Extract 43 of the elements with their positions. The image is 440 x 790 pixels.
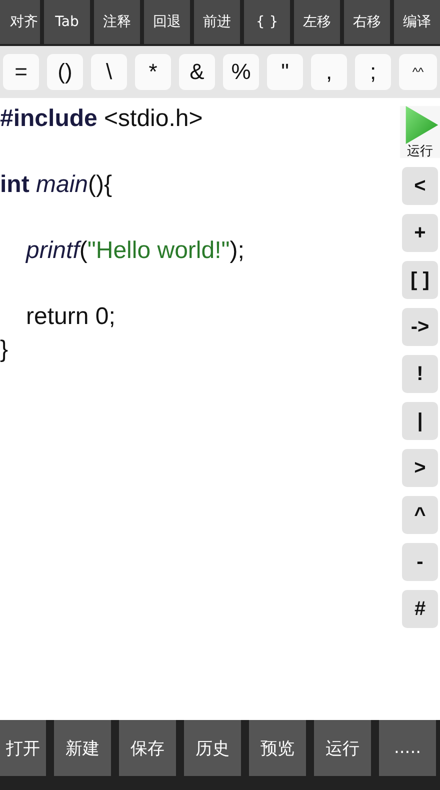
symbol-key[interactable]: ^^: [399, 54, 437, 90]
symbol-key[interactable]: <: [402, 167, 438, 205]
symbol-key[interactable]: ": [267, 54, 303, 90]
symbol-key[interactable]: ->: [402, 308, 438, 346]
symbol-key[interactable]: !: [402, 355, 438, 393]
symbol-key[interactable]: \: [91, 54, 127, 90]
symbol-key[interactable]: (): [47, 54, 83, 90]
code-line: return 0;: [26, 302, 116, 332]
symbol-key[interactable]: ,: [311, 54, 347, 90]
code-line: printf("Hello world!");: [26, 236, 244, 266]
symbol-key[interactable]: +: [402, 214, 438, 252]
symbol-key[interactable]: *: [135, 54, 171, 90]
play-icon: [405, 106, 439, 144]
symbol-key[interactable]: ;: [355, 54, 391, 90]
toolbar-button[interactable]: 保存: [119, 720, 176, 776]
toolbar-button[interactable]: { }: [244, 0, 290, 44]
toolbar-button[interactable]: 新建: [54, 720, 111, 776]
toolbar-button[interactable]: 历史: [184, 720, 241, 776]
run-button[interactable]: 运行: [400, 106, 440, 158]
toolbar-button[interactable]: 运行: [314, 720, 371, 776]
symbol-key[interactable]: ^: [402, 496, 438, 534]
symbol-key[interactable]: [ ]: [402, 261, 438, 299]
code-line: int main(){: [0, 170, 112, 200]
symbol-key[interactable]: &: [179, 54, 215, 90]
toolbar-button[interactable]: 编译: [394, 0, 440, 44]
symbol-key[interactable]: >: [402, 449, 438, 487]
toolbar-button[interactable]: Tab: [44, 0, 90, 44]
symbol-key[interactable]: -: [402, 543, 438, 581]
symbol-key[interactable]: |: [402, 402, 438, 440]
toolbar-button[interactable]: 左移: [294, 0, 340, 44]
toolbar-button[interactable]: 回退: [144, 0, 190, 44]
toolbar-button[interactable]: 前进: [194, 0, 240, 44]
symbol-key[interactable]: =: [3, 54, 39, 90]
toolbar-button[interactable]: .....: [379, 720, 436, 776]
toolbar-button[interactable]: 对齐: [0, 0, 40, 44]
symbol-key[interactable]: #: [402, 590, 438, 628]
symbol-key[interactable]: %: [223, 54, 259, 90]
toolbar-button[interactable]: 注释: [94, 0, 140, 44]
code-line: #include <stdio.h>: [0, 104, 203, 134]
toolbar-button[interactable]: 预览: [249, 720, 306, 776]
toolbar-button[interactable]: 右移: [344, 0, 390, 44]
toolbar-button[interactable]: 打开: [0, 720, 46, 776]
code-line: }: [0, 335, 8, 365]
